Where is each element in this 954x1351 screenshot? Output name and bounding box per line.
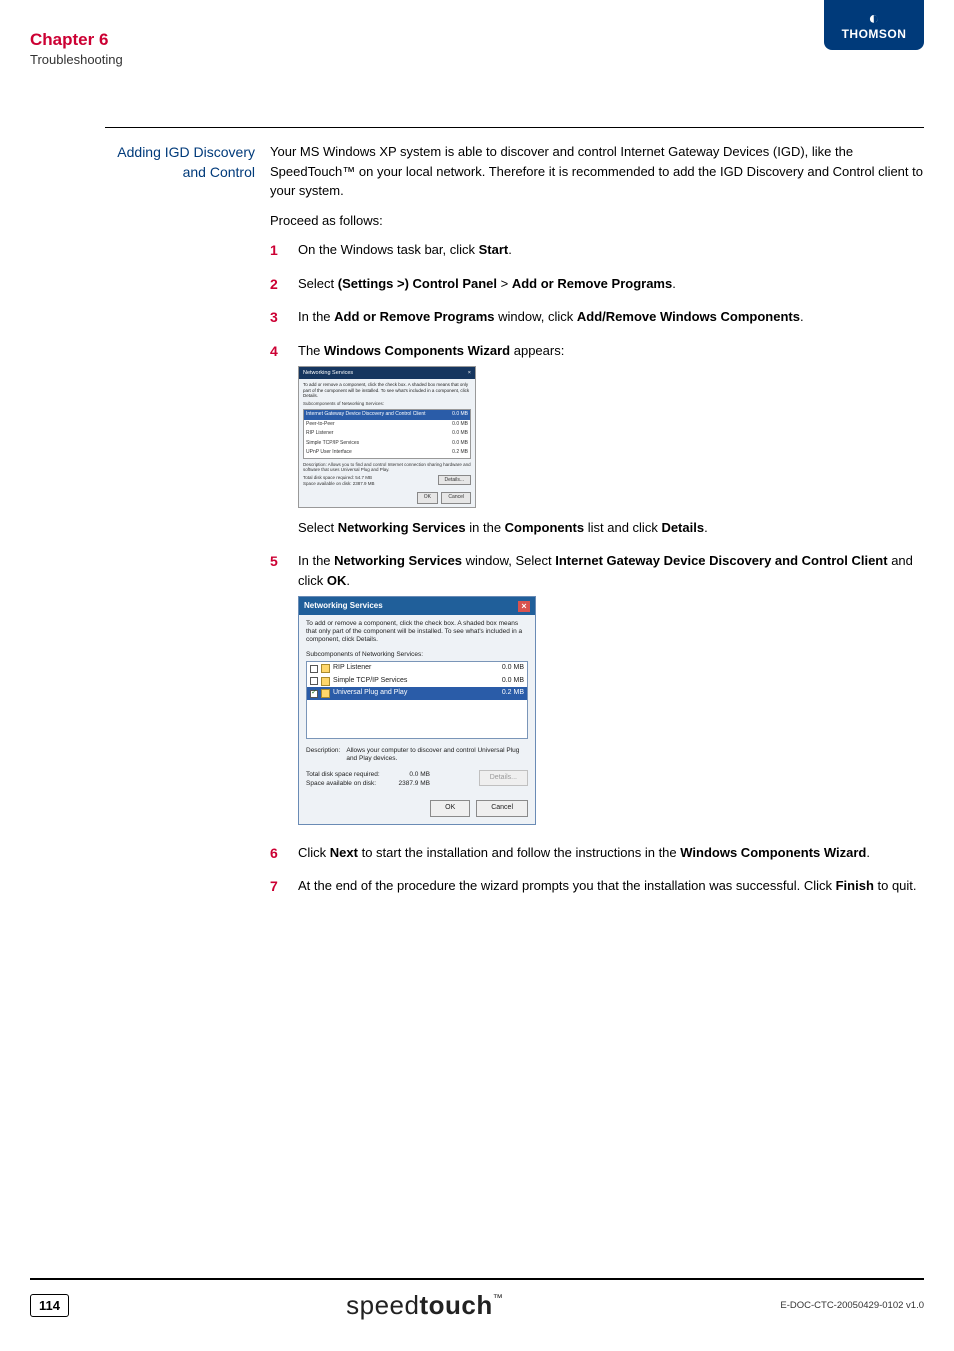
step-body: At the end of the procedure the wizard p… <box>298 876 924 902</box>
step-number: 5 <box>270 551 298 572</box>
step-body: The Windows Components Wizard appears: N… <box>298 341 924 544</box>
list-item: Internet Gateway Device Discovery and Co… <box>304 410 470 420</box>
dialog-hint: To add or remove a component, click the … <box>303 382 471 398</box>
speedtouch-logo: speedtouch™ <box>346 1290 503 1321</box>
step-number: 3 <box>270 307 298 328</box>
disk-space-row: Total disk space required: Space availab… <box>306 770 528 790</box>
step-7: 7 At the end of the procedure the wizard… <box>270 876 924 902</box>
checkbox-checked-icon: ✓ <box>310 690 318 698</box>
list-item-selected: ✓Universal Plug and Play 0.2 MB <box>307 687 527 700</box>
list-item: Simple TCP/IP Services 0.0 MB <box>307 675 527 688</box>
side-heading: Adding IGD Discovery and Control <box>105 142 270 183</box>
networking-services-dialog: Networking Services × To add or remove a… <box>298 596 536 824</box>
step-3: 3 In the Add or Remove Programs window, … <box>270 307 924 333</box>
step-body: In the Networking Services window, Selec… <box>298 551 924 834</box>
component-icon <box>321 677 330 686</box>
list-item: Peer-to-Peer0.0 MB <box>304 420 470 430</box>
cancel-button: Cancel <box>476 800 528 817</box>
details-button: Details... <box>479 770 528 787</box>
intro-paragraph: Your MS Windows XP system is able to dis… <box>270 142 924 201</box>
step-6: 6 Click Next to start the installation a… <box>270 843 924 869</box>
body-text: Your MS Windows XP system is able to dis… <box>270 142 924 910</box>
chapter-subtitle: Troubleshooting <box>30 52 123 67</box>
brand-text: THOMSON <box>842 27 907 41</box>
component-icon <box>321 664 330 673</box>
chapter-title: Chapter 6 <box>30 30 123 50</box>
checkbox-icon <box>310 677 318 685</box>
step-body: On the Windows task bar, click Start. <box>298 240 924 266</box>
page-footer: 114 speedtouch™ E-DOC-CTC-20050429-0102 … <box>30 1278 924 1321</box>
page-number: 114 <box>30 1294 69 1317</box>
step-body: Click Next to start the installation and… <box>298 843 924 869</box>
description-row: Description: Allows your computer to dis… <box>306 747 528 763</box>
details-button: Details... <box>438 475 471 485</box>
steps-list: 1 On the Windows task bar, click Start. … <box>270 240 924 902</box>
page-header: Chapter 6 Troubleshooting ◐ THOMSON <box>0 0 954 67</box>
step-number: 1 <box>270 240 298 261</box>
thomson-logo: ◐ THOMSON <box>824 0 924 50</box>
proceed-label: Proceed as follows: <box>270 211 924 231</box>
chapter-block: Chapter 6 Troubleshooting <box>30 30 123 67</box>
dialog-hint: To add or remove a component, click the … <box>306 620 528 644</box>
step-2: 2 Select (Settings >) Control Panel > Ad… <box>270 274 924 300</box>
list-item: RIP Listener0.0 MB <box>304 429 470 439</box>
components-list: Internet Gateway Device Discovery and Co… <box>303 409 471 459</box>
cancel-button: Cancel <box>441 492 471 504</box>
close-icon: × <box>468 369 471 377</box>
subcomponents-label: Subcomponents of Networking Services: <box>303 401 471 408</box>
ok-button: OK <box>430 800 470 817</box>
close-icon: × <box>518 601 530 612</box>
list-item: Simple TCP/IP Services0.0 MB <box>304 439 470 449</box>
section-rule <box>105 127 924 128</box>
ok-button: OK <box>417 492 438 504</box>
step-number: 2 <box>270 274 298 295</box>
document-id: E-DOC-CTC-20050429-0102 v1.0 <box>780 1300 924 1311</box>
step-4: 4 The Windows Components Wizard appears:… <box>270 341 924 544</box>
description-row: Description: Allows you to find and cont… <box>303 462 471 473</box>
list-item: UPnP User Interface0.2 MB <box>304 448 470 458</box>
component-icon <box>321 689 330 698</box>
step-body: In the Add or Remove Programs window, cl… <box>298 307 924 333</box>
list-item: RIP Listener 0.0 MB <box>307 662 527 675</box>
content-row: Adding IGD Discovery and Control Your MS… <box>105 142 924 910</box>
step-body: Select (Settings >) Control Panel > Add … <box>298 274 924 300</box>
step-1: 1 On the Windows task bar, click Start. <box>270 240 924 266</box>
windows-components-wizard-screenshot: Networking Services× To add or remove a … <box>298 366 476 508</box>
dialog-titlebar: Networking Services× <box>299 367 475 379</box>
step-number: 4 <box>270 341 298 362</box>
dialog-titlebar: Networking Services × <box>299 597 535 615</box>
subcomponents-list: RIP Listener 0.0 MB Simple TCP/IP Servic… <box>306 661 528 739</box>
checkbox-icon <box>310 665 318 673</box>
step-5: 5 In the Networking Services window, Sel… <box>270 551 924 834</box>
subcomponents-label: Subcomponents of Networking Services: <box>306 650 528 660</box>
step-number: 6 <box>270 843 298 864</box>
step-number: 7 <box>270 876 298 897</box>
main-content: Adding IGD Discovery and Control Your MS… <box>105 127 924 910</box>
globe-icon: ◐ <box>868 9 879 27</box>
